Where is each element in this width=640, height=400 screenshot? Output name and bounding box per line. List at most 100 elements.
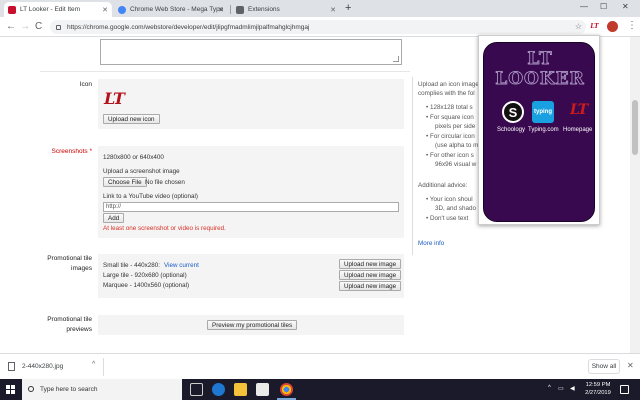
help-bullet: • For square icon	[426, 114, 474, 121]
download-file-name[interactable]: 2-440x280.jpg	[22, 363, 63, 370]
close-tab-icon[interactable]: ✕	[218, 6, 224, 14]
upload-marquee-button[interactable]: Upload new image	[339, 281, 402, 291]
help-bullet: • For circular icon	[426, 133, 475, 140]
chrome-icon[interactable]	[280, 383, 293, 396]
view-current-link[interactable]: View current	[164, 262, 199, 269]
clock-time: 12:59 PM	[585, 382, 611, 388]
help-bullet: • Don't use text	[426, 215, 469, 222]
help-bullet: • Your icon shoul	[426, 196, 473, 203]
page-scrollbar[interactable]	[630, 37, 640, 353]
tab-strip: LT Looker - Edit Item ✕ Chrome Web Store…	[0, 0, 640, 17]
new-tab-button[interactable]: +	[345, 3, 351, 14]
large-tile-label: Large tile - 920x680 (optional)	[103, 272, 187, 279]
task-view-icon[interactable]	[190, 383, 203, 396]
help-text: (use alpha to m	[435, 142, 479, 149]
file-icon	[8, 362, 15, 371]
screenshot-error-text: At least one screenshot or video is requ…	[103, 225, 226, 232]
homepage-link[interactable]: Homepage	[563, 127, 592, 133]
address-bar[interactable]: https://chrome.google.com/webstore/devel…	[50, 20, 586, 34]
popup-title: LT LOOKER	[495, 49, 585, 90]
youtube-url-input[interactable]: http://	[103, 202, 399, 212]
promo-previews-label-1: Promotional tile	[47, 316, 92, 323]
bookmark-star-icon[interactable]: ☆	[575, 22, 582, 31]
help-text: Upload an icon image	[418, 81, 479, 88]
edge-icon[interactable]	[212, 383, 225, 396]
tab-divider	[230, 5, 231, 14]
add-video-button[interactable]: Add	[103, 213, 125, 223]
typing-link[interactable]: Typing.com	[528, 127, 559, 133]
screenshots-section-label: Screenshots *	[51, 148, 92, 155]
chrome-favicon-icon	[118, 5, 126, 14]
back-arrow-icon[interactable]: ←	[6, 21, 16, 32]
show-hidden-icons-icon[interactable]: ^	[548, 385, 551, 391]
minimize-icon[interactable]: —	[580, 2, 588, 11]
tab-extensions[interactable]: Extensions ✕	[232, 2, 340, 17]
help-text: complies with the fol	[418, 90, 475, 97]
youtube-link-label: Link to a YouTube video (optional)	[103, 193, 198, 200]
help-heading: Additional advice:	[418, 182, 468, 189]
promo-images-label-1: Promotional tile	[47, 255, 92, 262]
description-textarea[interactable]	[100, 39, 402, 65]
taskbar-clock[interactable]: 12:59 PM 2/27/2019	[583, 381, 613, 397]
close-tab-icon[interactable]: ✕	[330, 6, 336, 14]
promo-previews-label-2: previews	[66, 326, 92, 333]
homepage-lt-icon[interactable]: LT	[570, 102, 588, 118]
close-tab-icon[interactable]: ✕	[102, 6, 108, 14]
small-tile-label: Small tile - 440x280:	[103, 262, 161, 269]
notifications-icon[interactable]	[620, 385, 629, 394]
typing-icon[interactable]: typing	[532, 101, 554, 123]
divider	[40, 71, 410, 72]
search-icon	[28, 386, 34, 392]
help-text: pixels per side	[435, 123, 476, 130]
tab-label: Chrome Web Store - Mega Type	[130, 6, 224, 13]
lock-icon	[56, 24, 61, 30]
windows-start-icon[interactable]	[6, 385, 15, 394]
help-text: 96x96 visual w	[435, 161, 477, 168]
network-icon[interactable]: ▭	[558, 385, 564, 392]
help-bullet: • For other icon s	[426, 152, 474, 159]
help-bullet: • 128x128 total s	[426, 104, 473, 111]
screenshot-size-hint: 1280x800 or 640x400	[103, 154, 164, 161]
download-bar: 2-440x280.jpg ^ Show all ✕	[0, 353, 640, 379]
maximize-icon[interactable]: ☐	[600, 2, 607, 11]
windows-taskbar: Type here to search ^ ▭ ◀ 12:59 PM 2/27/…	[0, 379, 640, 400]
close-window-icon[interactable]: ✕	[622, 2, 629, 11]
clock-date: 2/27/2019	[585, 390, 611, 396]
tab-label: LT Looker - Edit Item	[20, 6, 81, 13]
tab-lt-looker-edit[interactable]: LT Looker - Edit Item ✕	[4, 2, 112, 17]
upload-large-tile-button[interactable]: Upload new image	[339, 270, 402, 280]
popup-card: LT LOOKER S Schoology typing Typing.com …	[483, 42, 595, 222]
icon-section-label: Icon	[79, 81, 92, 88]
promo-images-label-2: images	[71, 265, 92, 272]
taskbar-search-input[interactable]: Type here to search	[22, 379, 182, 400]
file-explorer-icon[interactable]	[234, 383, 247, 396]
upload-new-icon-button[interactable]: Upload new icon	[103, 114, 160, 124]
lt-extension-icon[interactable]: LT	[589, 21, 600, 32]
reload-icon[interactable]: C	[35, 21, 42, 32]
puzzle-favicon-icon	[236, 5, 244, 14]
forward-arrow-icon[interactable]: →	[20, 21, 30, 32]
show-all-button[interactable]: Show all	[588, 359, 620, 374]
close-download-bar-icon[interactable]: ✕	[627, 361, 634, 370]
schoology-link[interactable]: Schoology	[497, 127, 525, 133]
browser-toolbar: ← → C https://chrome.google.com/webstore…	[0, 17, 640, 37]
schoology-icon[interactable]: S	[502, 101, 524, 123]
store-icon[interactable]	[256, 383, 269, 396]
marquee-label: Marquee - 1400x560 (optional)	[103, 282, 190, 289]
volume-icon[interactable]: ◀	[570, 385, 575, 392]
no-file-chosen-text: No file chosen	[145, 179, 185, 186]
browser-menu-icon[interactable]: ⋮	[627, 20, 637, 31]
tab-label: Extensions	[248, 6, 280, 13]
help-text: 3D, and shado	[435, 205, 476, 212]
divider	[103, 358, 104, 376]
chevron-up-icon[interactable]: ^	[92, 361, 95, 368]
upload-small-tile-button[interactable]: Upload new image	[339, 259, 402, 269]
scrollbar-thumb[interactable]	[632, 100, 638, 155]
profile-avatar-icon[interactable]	[607, 21, 618, 32]
choose-file-button[interactable]: Choose File	[103, 177, 147, 187]
more-info-link[interactable]: More info	[418, 240, 444, 247]
lt-favicon-icon	[8, 5, 16, 14]
tab-web-store[interactable]: Chrome Web Store - Mega Type ✕	[114, 2, 228, 17]
upload-screenshot-label: Upload a screenshot image	[103, 168, 180, 175]
preview-promo-tiles-button[interactable]: Preview my promotional tiles	[207, 320, 298, 330]
